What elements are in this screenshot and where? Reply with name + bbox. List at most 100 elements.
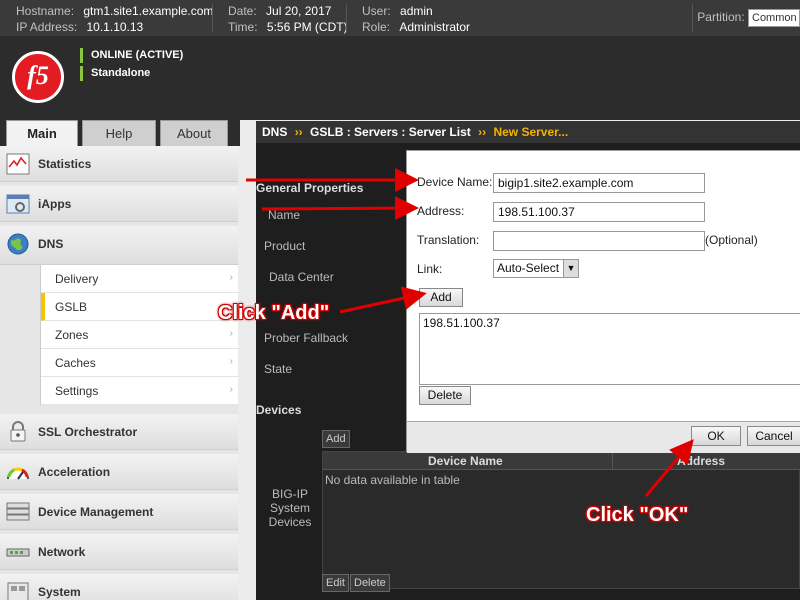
link-label: Link: bbox=[417, 262, 443, 276]
translation-input[interactable] bbox=[493, 231, 705, 251]
devices-empty-text: No data available in table bbox=[325, 473, 460, 487]
address-list[interactable]: 198.51.100.37 bbox=[419, 313, 800, 385]
sidebar-item-ssl-orchestrator[interactable]: SSL Orchestrator bbox=[0, 414, 238, 450]
statistics-icon bbox=[6, 153, 30, 175]
user-row: User: admin bbox=[362, 4, 433, 18]
general-properties-heading: General Properties bbox=[256, 181, 364, 195]
breadcrumb-separator: ›› bbox=[294, 125, 303, 139]
f5-logo[interactable]: f5 bbox=[12, 51, 64, 103]
ip-label: IP Address: bbox=[16, 20, 78, 34]
ip-value: 10.1.10.13 bbox=[86, 20, 144, 34]
submenu-item-zones[interactable]: Zones › bbox=[41, 321, 239, 349]
submenu-item-label: GSLB bbox=[55, 300, 88, 314]
submenu-item-label: Settings bbox=[55, 384, 99, 398]
dialog-footer: OK Cancel bbox=[407, 421, 800, 453]
col-address[interactable]: Address bbox=[677, 454, 725, 468]
divider bbox=[346, 4, 347, 32]
field-label-data-center: Data Center bbox=[269, 270, 334, 284]
sidebar-item-device-management[interactable]: Device Management bbox=[0, 494, 238, 530]
hostname-label: Hostname: bbox=[16, 4, 75, 18]
devices-add-button[interactable]: Add bbox=[322, 430, 350, 448]
time-row: Time: 5:56 PM (CDT) bbox=[228, 20, 348, 34]
chevron-right-icon: › bbox=[229, 384, 233, 395]
devices-table: Device Name Address No data available in… bbox=[322, 451, 800, 589]
sidebar-item-label: iApps bbox=[38, 197, 72, 211]
date-value: Jul 20, 2017 bbox=[266, 4, 332, 18]
sidebar-item-acceleration[interactable]: Acceleration bbox=[0, 454, 238, 490]
role-row: Role: Administrator bbox=[362, 20, 470, 34]
time-value: 5:56 PM (CDT) bbox=[266, 20, 348, 34]
translation-optional-hint: (Optional) bbox=[705, 233, 758, 247]
date-label: Date: bbox=[228, 4, 257, 18]
tab-help[interactable]: Help bbox=[82, 120, 156, 146]
hostname-value: gtm1.site1.example.com bbox=[83, 4, 214, 18]
devices-edit-button[interactable]: Edit bbox=[322, 574, 349, 592]
nav-tab-bar: Main Help About bbox=[0, 120, 240, 146]
breadcrumb: DNS ›› GSLB : Servers : Server List ›› N… bbox=[256, 121, 800, 143]
chevron-right-icon: › bbox=[229, 356, 233, 367]
sidebar-item-label: Acceleration bbox=[38, 465, 111, 479]
sidebar-item-statistics[interactable]: Statistics bbox=[0, 146, 238, 182]
sidebar-item-label: Device Management bbox=[38, 505, 154, 519]
sidebar-item-network[interactable]: Network bbox=[0, 534, 238, 570]
col-device-name[interactable]: Device Name bbox=[428, 454, 503, 468]
sidebar-item-iapps[interactable]: iApps bbox=[0, 186, 238, 222]
hostname-row: Hostname: gtm1.site1.example.com bbox=[16, 4, 213, 18]
add-address-button[interactable]: Add bbox=[419, 288, 463, 307]
address-input[interactable] bbox=[493, 202, 705, 222]
delete-address-button[interactable]: Delete bbox=[419, 386, 471, 405]
tab-about[interactable]: About bbox=[160, 120, 228, 146]
user-value: admin bbox=[400, 4, 433, 18]
partition-label: Partition: bbox=[697, 10, 745, 25]
breadcrumb-server-list[interactable]: GSLB : Servers : Server List bbox=[310, 125, 471, 139]
cancel-button[interactable]: Cancel bbox=[747, 426, 800, 446]
tab-main[interactable]: Main bbox=[6, 120, 78, 146]
dns-submenu: Delivery › GSLB Zones › Caches › Setting… bbox=[40, 265, 239, 405]
speedometer-icon bbox=[7, 467, 29, 480]
field-label-prober-fallback: Prober Fallback bbox=[264, 331, 349, 345]
submenu-item-settings[interactable]: Settings › bbox=[41, 377, 239, 405]
sidebar-item-label: SSL Orchestrator bbox=[38, 425, 138, 439]
divider bbox=[612, 452, 613, 470]
click-add-callout: Click "Add" bbox=[218, 302, 330, 324]
chevron-right-icon: › bbox=[229, 328, 233, 339]
link-select[interactable]: Auto-Select ▼ bbox=[493, 259, 579, 278]
devices-heading: Devices bbox=[256, 403, 302, 417]
ip-row: IP Address: 10.1.10.13 bbox=[16, 20, 143, 34]
breadcrumb-dns[interactable]: DNS bbox=[262, 125, 287, 139]
sidebar-item-dns[interactable]: DNS bbox=[0, 226, 238, 265]
sidebar-item-label: Statistics bbox=[38, 157, 92, 171]
address-list-item[interactable]: 198.51.100.37 bbox=[423, 316, 500, 330]
device-name-label: Device Name: bbox=[417, 175, 493, 189]
devices-delete-button[interactable]: Delete bbox=[350, 574, 390, 592]
partition-select[interactable]: Common bbox=[748, 9, 800, 27]
breadcrumb-current: New Server... bbox=[493, 125, 569, 139]
network-icon bbox=[6, 548, 30, 557]
ok-button[interactable]: OK bbox=[691, 426, 741, 446]
partition-control: Partition: Common bbox=[697, 9, 800, 27]
device-name-input[interactable] bbox=[493, 173, 705, 193]
top-status-bar: Hostname: gtm1.site1.example.com IP Addr… bbox=[0, 0, 800, 36]
globe-icon bbox=[7, 233, 29, 255]
bigip-devices-label: BIG-IP System Devices bbox=[268, 487, 312, 529]
submenu-item-label: Delivery bbox=[55, 272, 99, 286]
date-row: Date: Jul 20, 2017 bbox=[228, 4, 331, 18]
divider bbox=[212, 4, 213, 32]
chevron-right-icon: › bbox=[229, 272, 233, 283]
lock-icon bbox=[10, 421, 26, 442]
sidebar-item-label: Network bbox=[38, 545, 86, 559]
time-label: Time: bbox=[228, 20, 258, 34]
submenu-item-gslb[interactable]: GSLB bbox=[41, 293, 239, 321]
iapps-icon bbox=[6, 194, 30, 214]
sidebar-item-label: DNS bbox=[38, 237, 64, 251]
user-label: User: bbox=[362, 4, 391, 18]
field-label-state: State bbox=[264, 362, 293, 376]
sidebar-item-label: System bbox=[38, 585, 81, 599]
sidebar-item-system[interactable]: System bbox=[0, 574, 238, 600]
submenu-item-label: Caches bbox=[55, 356, 96, 370]
submenu-item-delivery[interactable]: Delivery › bbox=[41, 265, 239, 293]
role-label: Role: bbox=[362, 20, 391, 34]
address-label: Address: bbox=[417, 204, 465, 218]
submenu-item-caches[interactable]: Caches › bbox=[41, 349, 239, 377]
translation-label: Translation: bbox=[417, 233, 480, 247]
